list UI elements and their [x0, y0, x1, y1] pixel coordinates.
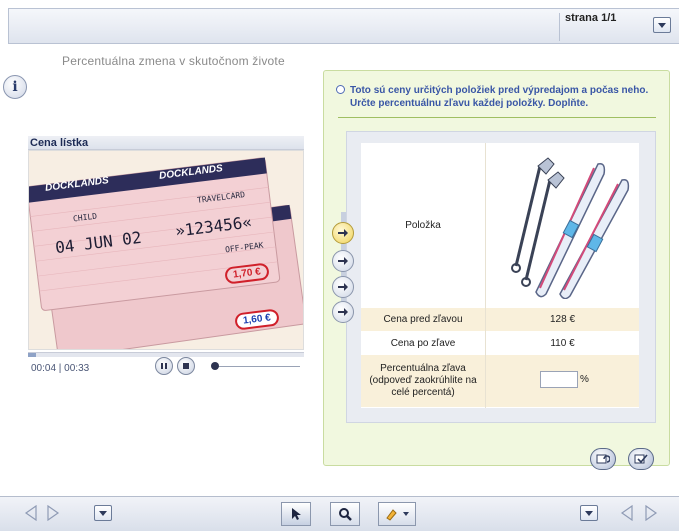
lesson-title: Percentuálna zmena v skutočnom živote: [62, 54, 285, 68]
item-3-arrow-button[interactable]: [332, 276, 354, 298]
reset-icon: [596, 454, 610, 464]
pointer-tool-button[interactable]: [281, 502, 311, 526]
highlighter-tool-button[interactable]: [378, 502, 416, 526]
discount-label: Percentuálna zľava (odpoveď zaokrúhlite …: [369, 363, 477, 398]
stop-button[interactable]: [177, 357, 195, 375]
highlighter-icon: [386, 509, 397, 521]
item-2-arrow-button[interactable]: [332, 250, 354, 272]
instruction-divider: [338, 117, 656, 118]
magnifier-icon: [339, 508, 352, 521]
media-progress-fill: [28, 353, 37, 357]
media-image-ticket: DOCKLANDS DOCKLANDS CHILD TRAVELCARD 04 …: [28, 150, 304, 350]
chevron-down-icon: [585, 510, 593, 516]
check-icon: [634, 454, 648, 464]
exercise-instruction: Toto sú ceny určitých položiek pred výpr…: [338, 84, 658, 110]
item-4-arrow-button[interactable]: [332, 301, 354, 323]
price-after-label: Cena po zľave: [390, 337, 456, 349]
previous-arrow-icon[interactable]: [24, 505, 37, 521]
info-icon[interactable]: i: [3, 75, 27, 99]
discount-unit: %: [580, 374, 589, 385]
stop-icon: [183, 363, 189, 369]
exercise-instruction-text: Toto sú ceny určitých položiek pred výpr…: [350, 85, 649, 109]
item-label: Položka: [405, 220, 441, 231]
reset-button[interactable]: [590, 448, 616, 470]
price-after-value: 110 €: [550, 337, 575, 349]
pause-icon: [161, 363, 167, 369]
arrow-right-icon: [338, 229, 348, 237]
nav-back-forward-left: [24, 505, 60, 521]
arrow-right-icon: [338, 283, 348, 291]
ski-image: [486, 150, 639, 302]
next-arrow-icon[interactable]: [47, 505, 60, 521]
previous-page-icon[interactable]: [620, 505, 633, 521]
toolbar-separator: [559, 13, 560, 41]
chevron-down-icon: [658, 22, 666, 28]
pause-button[interactable]: [155, 357, 173, 375]
price-before-label: Cena pred zľavou: [383, 314, 463, 325]
page-indicator: strana 1/1: [565, 12, 617, 24]
menu-dropdown-right[interactable]: [580, 505, 598, 521]
volume-slider-knob[interactable]: [211, 362, 219, 370]
arrow-right-icon: [338, 257, 348, 265]
info-icon-glyph: i: [12, 79, 18, 95]
check-answer-button[interactable]: [628, 448, 654, 470]
media-title: Cena lístka: [30, 137, 89, 149]
arrow-right-icon: [338, 308, 348, 316]
price-before-value: 128 €: [549, 314, 576, 325]
media-time: 00:04 | 00:33: [31, 363, 90, 374]
discount-input[interactable]: [540, 371, 578, 388]
chevron-down-icon: [99, 510, 107, 516]
ski-equipment-illustration: [510, 156, 629, 299]
item-1-arrow-button[interactable]: [332, 222, 354, 244]
page-dropdown-button[interactable]: [653, 17, 671, 33]
menu-dropdown-left[interactable]: [94, 505, 112, 521]
zoom-tool-button[interactable]: [330, 502, 360, 526]
chevron-down-icon: [403, 512, 409, 516]
volume-slider-track[interactable]: [214, 366, 300, 367]
next-page-icon[interactable]: [645, 505, 658, 521]
cursor-arrow-icon: [292, 508, 301, 520]
nav-back-forward-right: [620, 505, 658, 521]
